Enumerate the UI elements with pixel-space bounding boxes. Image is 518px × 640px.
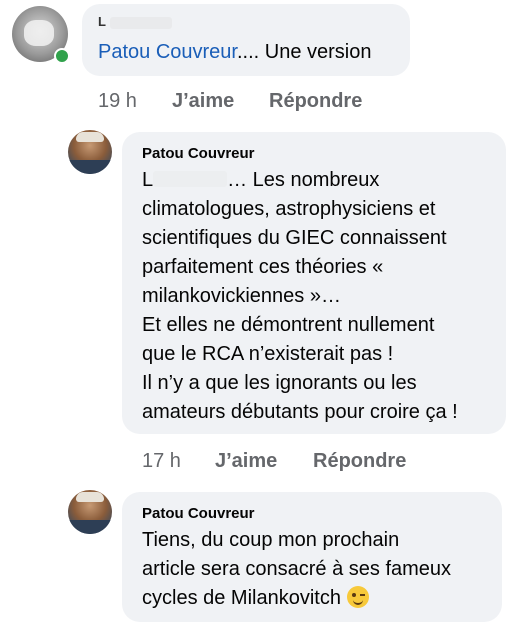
comment-text: Tiens, du coup mon prochain article sera… xyxy=(142,529,452,609)
comment-text: L… Les nombreux climatologues, astrophys… xyxy=(142,169,458,423)
avatar[interactable] xyxy=(68,490,112,534)
reply-button[interactable]: Répondre xyxy=(269,90,362,113)
like-button[interactable]: J’aime xyxy=(215,450,277,473)
reply-button[interactable]: Répondre xyxy=(313,450,406,473)
comment-text: Patou Couvreur.... Une version xyxy=(98,41,372,63)
comment-author[interactable]: L xyxy=(98,14,172,29)
like-button[interactable]: J’aime xyxy=(172,90,234,113)
redacted-name xyxy=(153,171,228,187)
winking-face-icon xyxy=(346,586,369,608)
avatar[interactable] xyxy=(68,130,112,174)
comment-author[interactable]: Patou Couvreur xyxy=(142,145,255,162)
comment-author[interactable]: Patou Couvreur xyxy=(142,505,255,522)
mention-link[interactable]: Patou Couvreur xyxy=(98,41,237,63)
redacted-name xyxy=(109,16,172,29)
online-status-icon xyxy=(54,48,70,64)
comment-time[interactable]: 17 h xyxy=(142,450,181,473)
comment-time[interactable]: 19 h xyxy=(98,90,137,113)
